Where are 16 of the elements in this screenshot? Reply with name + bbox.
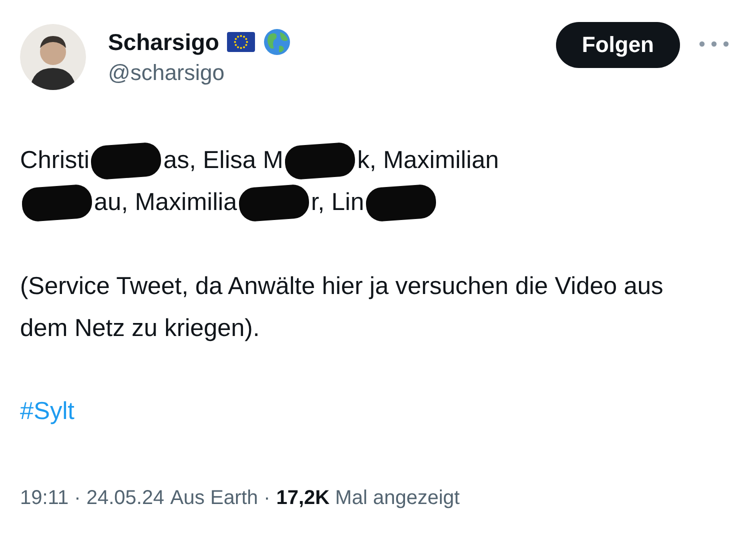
tweet-text: r, Lin — [310, 188, 364, 218]
view-count: 17,2K Mal angezeigt — [276, 486, 460, 511]
post-source: Aus Earth · — [170, 486, 270, 511]
more-icon[interactable] — [698, 40, 730, 48]
tweet-text: k, Maximilian — [357, 146, 499, 176]
tweet-text: Christi — [20, 146, 90, 176]
globe-icon — [263, 28, 292, 56]
tweet-text: au, Maximilia — [94, 188, 237, 218]
tweet-text: as, Elisa M — [163, 146, 284, 176]
tweet-text: (Service Tweet, da Anwälte hier ja versuchen die Video aus dem Netz zu kriegen). — [20, 272, 664, 344]
author-name[interactable]: Scharsigo — [108, 28, 220, 56]
follow-button[interactable]: Folgen — [556, 22, 680, 68]
post-time[interactable]: 19:11 · 24.05.24 — [20, 477, 164, 519]
author-handle[interactable]: @scharsigo — [108, 60, 556, 86]
avatar[interactable] — [20, 24, 86, 90]
flag-icon — [227, 32, 256, 52]
